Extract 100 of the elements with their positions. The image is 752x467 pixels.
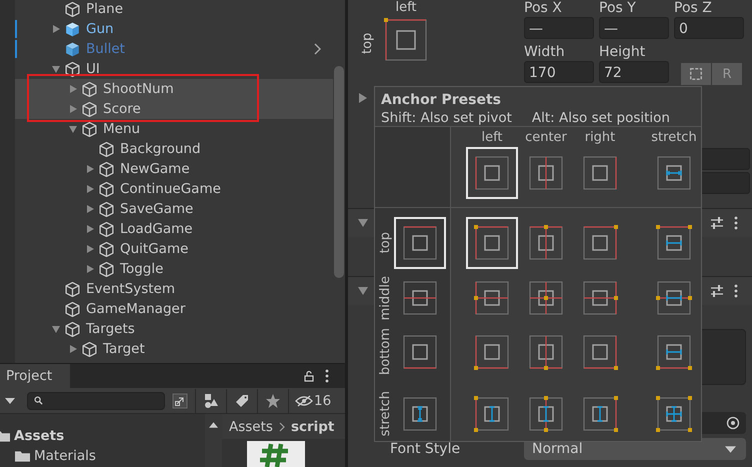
expand-arrow-icon[interactable] (85, 164, 95, 174)
hint-text: Shift: Also set pivot (381, 110, 512, 126)
hierarchy-item[interactable]: ContinueGame (15, 179, 333, 199)
hidden-eye-icon[interactable] (295, 394, 313, 406)
expand-arrow-icon[interactable] (359, 93, 367, 103)
hierarchy-item[interactable]: Background (15, 139, 333, 159)
expand-arrow-icon[interactable] (51, 64, 61, 74)
scroll-up-icon[interactable] (209, 422, 218, 428)
item-name: Gun (86, 21, 114, 37)
expand-arrow-icon[interactable] (68, 344, 78, 354)
column-label: right (584, 129, 616, 145)
scrollbar-thumb[interactable] (334, 66, 344, 278)
cube-icon (98, 240, 115, 258)
item-name: QuitGame (120, 241, 188, 257)
anchor-preset-button[interactable] (384, 18, 428, 62)
hierarchy-item[interactable]: UI (15, 59, 333, 79)
expand-arrow-icon[interactable] (51, 24, 61, 34)
cube-icon (64, 280, 81, 298)
tag-icon[interactable] (234, 392, 250, 408)
collapse-arrow-icon[interactable] (358, 219, 368, 227)
number-field[interactable]: 72 (599, 61, 669, 83)
search-field[interactable] (27, 392, 165, 410)
popup-title: Anchor Presets (381, 92, 502, 108)
script-file-icon[interactable] (247, 441, 305, 467)
blueprint-mode-button[interactable] (681, 63, 711, 85)
breadcrumb-item[interactable]: script (290, 418, 334, 434)
number-field[interactable]: — (524, 17, 594, 39)
hierarchy-item[interactable]: Toggle (15, 259, 333, 279)
expand-arrow-icon[interactable] (85, 184, 95, 194)
prefab-cube-icon (64, 40, 81, 58)
search-icon (34, 396, 43, 405)
hierarchy-item[interactable]: LoadGame (15, 219, 333, 239)
cube-icon (64, 60, 81, 78)
hint-text: Alt: Also set position (532, 110, 670, 126)
expand-arrow-icon[interactable] (85, 264, 95, 274)
shapes-icon[interactable] (203, 392, 219, 408)
cube-icon (64, 300, 81, 318)
expand-arrow-icon[interactable] (68, 104, 78, 114)
number-field[interactable]: — (599, 17, 669, 39)
field-label: Height (599, 44, 646, 61)
hierarchy-item[interactable]: Score (15, 99, 333, 119)
chevron-right-icon (278, 422, 285, 432)
hierarchy-item[interactable]: EventSystem (15, 279, 333, 299)
chevron-right-icon[interactable] (313, 43, 321, 55)
settings-icon[interactable] (710, 284, 724, 298)
expand-arrow-icon[interactable] (85, 204, 95, 214)
dropdown-caret-icon[interactable] (5, 398, 15, 404)
hierarchy-item[interactable]: SaveGame (15, 199, 333, 219)
cube-icon (81, 340, 98, 358)
row-label: top (378, 232, 394, 254)
prefab-marker (15, 40, 17, 58)
expand-arrow-icon[interactable] (85, 224, 95, 234)
hierarchy-item[interactable]: Target (15, 339, 333, 359)
hierarchy-item[interactable]: Menu (15, 119, 333, 139)
folder-name[interactable]: Assets (14, 428, 64, 444)
item-name: Target (103, 341, 145, 357)
star-icon[interactable] (265, 392, 281, 408)
item-name: LoadGame (120, 221, 193, 237)
expand-arrow-icon[interactable] (85, 244, 95, 254)
expand-arrow-icon[interactable] (68, 124, 78, 134)
breadcrumb-item[interactable]: Assets (229, 418, 273, 434)
lock-icon[interactable] (303, 370, 315, 382)
collapse-arrow-icon[interactable] (358, 287, 368, 295)
hierarchy-item[interactable]: ShootNum (15, 79, 333, 99)
item-name: NewGame (120, 161, 190, 177)
hierarchy-item[interactable]: Targets (15, 319, 333, 339)
prefab-cube-icon (64, 20, 81, 38)
hierarchy-item[interactable]: NewGame (15, 159, 333, 179)
expand-arrow-icon[interactable] (68, 84, 78, 94)
more-icon[interactable] (734, 216, 738, 230)
more-icon[interactable] (734, 284, 738, 298)
item-name: GameManager (86, 301, 186, 317)
expand-arrow-icon[interactable] (51, 324, 61, 334)
item-name: EventSystem (86, 281, 176, 297)
cube-icon (64, 0, 81, 18)
item-name: SaveGame (120, 201, 194, 217)
hierarchy-item[interactable]: QuitGame (15, 239, 333, 259)
row-label: middle (378, 276, 394, 320)
settings-icon[interactable] (710, 216, 724, 230)
more-icon[interactable] (325, 369, 329, 383)
item-name: Background (120, 141, 201, 157)
item-name: UI (86, 61, 100, 77)
hierarchy-item[interactable]: Plane (15, 0, 333, 19)
item-name: Targets (86, 321, 135, 337)
folder-name[interactable]: Materials (34, 448, 96, 464)
field-label: Pos Y (599, 0, 637, 17)
expand-window-icon[interactable] (172, 392, 188, 408)
number-field[interactable]: 0 (674, 17, 744, 39)
object-picker-icon[interactable] (726, 416, 740, 430)
project-tab[interactable]: Project (0, 364, 70, 388)
number-field[interactable]: 170 (524, 61, 594, 83)
hierarchy-item[interactable]: Gun (15, 19, 333, 39)
field-label: Pos Z (674, 0, 713, 17)
folder-icon (15, 450, 30, 462)
scrollbar[interactable] (205, 414, 222, 467)
dashed-square-icon (690, 68, 702, 80)
cube-icon (64, 320, 81, 338)
cube-icon (98, 260, 115, 278)
hierarchy-item[interactable]: GameManager (15, 299, 333, 319)
cube-icon (81, 80, 98, 98)
